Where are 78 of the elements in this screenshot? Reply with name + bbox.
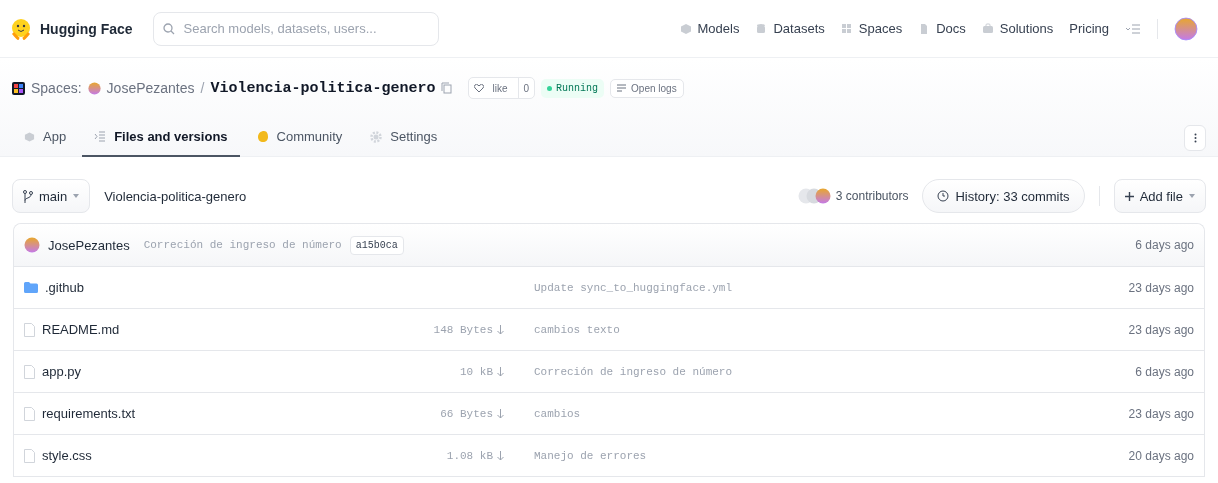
folder-icon bbox=[24, 282, 38, 293]
file-size: 148 Bytes bbox=[433, 323, 493, 336]
caret-icon bbox=[1189, 194, 1195, 198]
file-icon bbox=[24, 322, 35, 337]
caret-icon bbox=[73, 194, 80, 198]
download-icon[interactable] bbox=[497, 450, 504, 461]
cube-icon bbox=[679, 22, 692, 35]
contributor-avatars[interactable] bbox=[797, 188, 832, 204]
add-file-button[interactable]: Add file bbox=[1113, 179, 1206, 213]
file-link[interactable]: README.md bbox=[24, 322, 424, 337]
owner-link[interactable]: JosePezantes bbox=[106, 80, 195, 96]
user-avatar[interactable] bbox=[1174, 16, 1198, 41]
commit-time: 6 days ago bbox=[1135, 238, 1194, 252]
branch-icon bbox=[23, 189, 33, 203]
repo-path: Violencia-politica-genero bbox=[104, 188, 247, 204]
file-link[interactable]: app.py bbox=[24, 364, 424, 379]
author-link[interactable]: JosePezantes bbox=[48, 237, 130, 253]
tab[interactable]: Settings bbox=[358, 118, 450, 157]
list-icon bbox=[94, 131, 107, 142]
menu-icon[interactable] bbox=[1125, 23, 1141, 34]
space-name: Violencia-politica-genero bbox=[210, 79, 436, 97]
nav-link[interactable]: Spaces bbox=[840, 21, 903, 36]
file-size: 10 kB bbox=[460, 365, 493, 378]
download-icon[interactable] bbox=[497, 408, 504, 419]
commit-time: 23 days ago bbox=[1128, 280, 1194, 295]
search-icon bbox=[162, 22, 175, 35]
nav-link[interactable]: Pricing bbox=[1069, 21, 1109, 36]
author-avatar bbox=[24, 237, 40, 253]
status-badge: Running bbox=[541, 78, 605, 98]
heart-icon bbox=[474, 83, 485, 93]
tab[interactable]: Community bbox=[243, 118, 355, 157]
plus-icon bbox=[1124, 191, 1134, 201]
hand-icon bbox=[255, 130, 269, 143]
branch-selector[interactable]: main bbox=[12, 179, 91, 213]
more-icon bbox=[1193, 132, 1197, 143]
spaces-icon bbox=[12, 81, 25, 95]
download-icon[interactable] bbox=[497, 366, 504, 377]
commit-time: 6 days ago bbox=[1135, 364, 1194, 379]
like-count: 0 bbox=[517, 78, 535, 98]
file-icon bbox=[24, 364, 35, 379]
file-link[interactable]: .github bbox=[24, 280, 424, 295]
copy-icon[interactable] bbox=[441, 82, 453, 94]
nav-link[interactable]: Docs bbox=[918, 21, 966, 36]
contributors-link[interactable]: 3 contributors bbox=[835, 189, 909, 203]
database-icon bbox=[755, 22, 768, 35]
tab[interactable]: App bbox=[12, 118, 79, 157]
path-separator: / bbox=[200, 80, 205, 96]
tab[interactable]: Files and versions bbox=[82, 118, 240, 157]
file-icon bbox=[24, 448, 35, 463]
commit-hash[interactable]: a15b0ca bbox=[349, 235, 404, 255]
like-button[interactable]: like 0 bbox=[468, 77, 536, 99]
file-size: 66 Bytes bbox=[440, 407, 493, 420]
hugging-face-logo[interactable] bbox=[10, 17, 32, 40]
briefcase-icon bbox=[981, 22, 994, 35]
history-button[interactable]: History: 33 commits bbox=[922, 179, 1085, 213]
file-size: 1.08 kB bbox=[446, 449, 493, 462]
brand-name[interactable]: Hugging Face bbox=[40, 20, 133, 37]
like-label: like bbox=[491, 81, 509, 96]
section-label: Spaces: bbox=[31, 80, 82, 96]
commit-time: 23 days ago bbox=[1128, 406, 1194, 421]
clock-icon bbox=[937, 190, 950, 202]
file-link[interactable]: style.css bbox=[24, 448, 424, 463]
gear-icon bbox=[370, 130, 383, 143]
download-icon[interactable] bbox=[497, 324, 504, 335]
file-link[interactable]: requirements.txt bbox=[24, 406, 424, 421]
logs-button[interactable]: Open logs bbox=[610, 78, 684, 98]
list-icon bbox=[617, 84, 628, 92]
nav-link[interactable]: Models bbox=[679, 21, 740, 36]
cube-icon bbox=[24, 130, 35, 143]
commit-time: 20 days ago bbox=[1128, 448, 1194, 463]
commit-time: 23 days ago bbox=[1128, 322, 1194, 337]
search-field[interactable]: Search models, datasets, users... bbox=[152, 11, 439, 46]
grid-icon bbox=[840, 22, 853, 35]
nav-link[interactable]: Datasets bbox=[755, 21, 825, 36]
file-icon bbox=[24, 406, 35, 421]
more-options-button[interactable] bbox=[1184, 124, 1206, 151]
nav-link[interactable]: Solutions bbox=[981, 21, 1054, 36]
owner-avatar bbox=[87, 81, 101, 95]
